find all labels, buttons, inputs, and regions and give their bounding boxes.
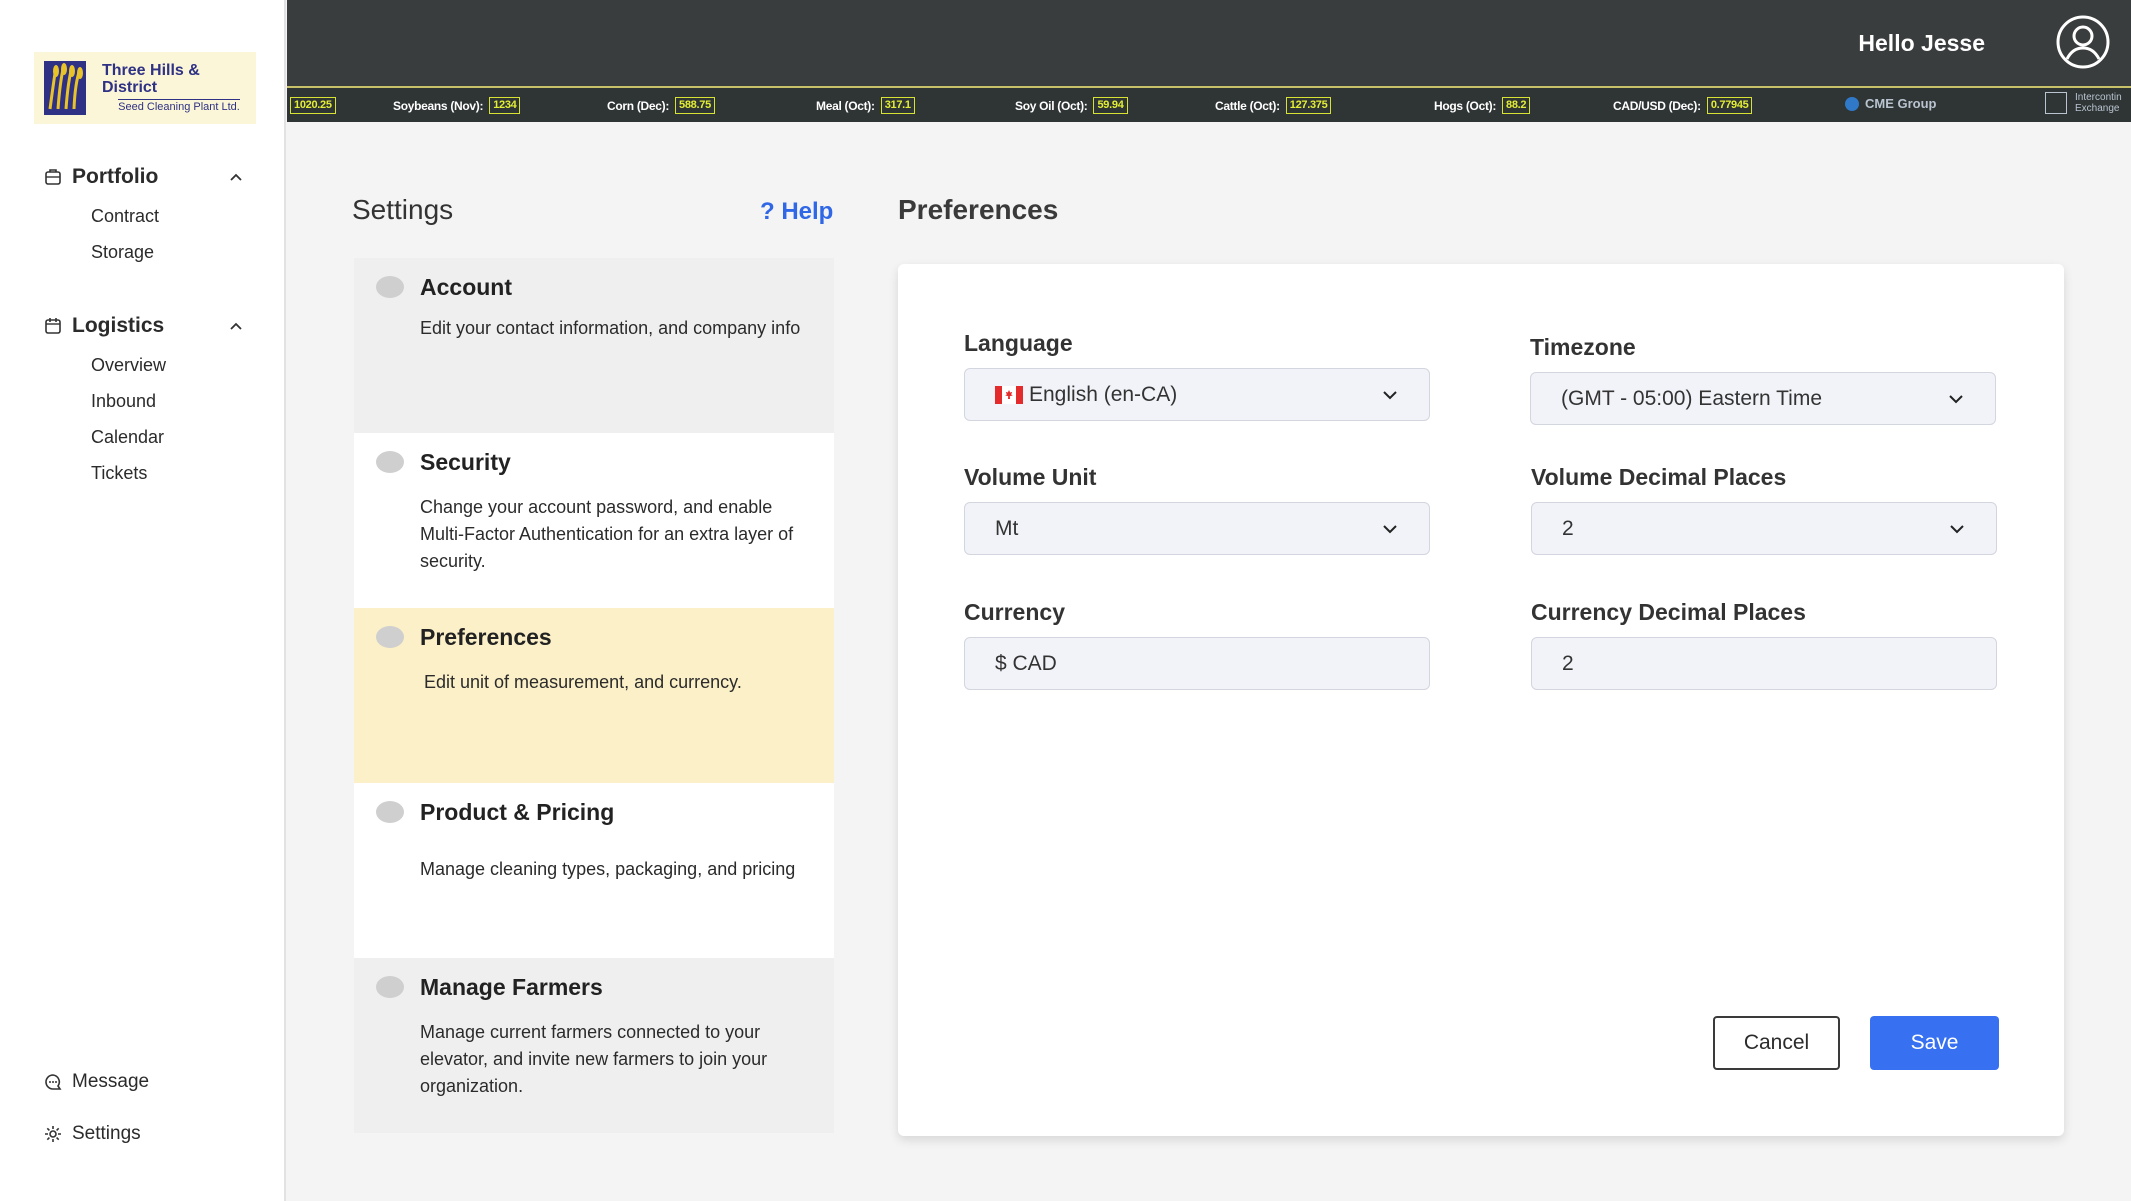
ticker-item: Hogs (Oct): 88.2: [1434, 97, 1531, 114]
nav-item-message[interactable]: Message: [44, 1071, 149, 1093]
chevron-up-icon[interactable]: [228, 169, 244, 185]
preferences-title: Preferences: [898, 194, 1059, 225]
nav-item-settings[interactable]: Settings: [44, 1123, 141, 1145]
nav-item-storage[interactable]: Storage: [44, 234, 254, 270]
gear-icon: [44, 1125, 62, 1143]
radio-indicator: [376, 276, 404, 298]
panel-title: Manage Farmers: [420, 974, 603, 1000]
panel-title: Product & Pricing: [420, 799, 615, 825]
ticker-item: Meal (Oct): 317.1: [816, 97, 915, 114]
ticker-item: CAD/USD (Dec): 0.77945: [1613, 97, 1753, 114]
top-bar: Hello Jesse: [287, 0, 2131, 86]
chevron-down-icon: [1948, 520, 1966, 538]
panel-description: Edit your contact information, and compa…: [420, 318, 801, 338]
ticker-item: Cattle (Oct): 127.375: [1215, 97, 1332, 114]
globe-icon: [1845, 96, 1859, 111]
save-button[interactable]: Save: [1870, 1016, 1999, 1070]
nav-item-contract[interactable]: Contract: [44, 198, 254, 234]
panel-description: Manage current farmers connected to your…: [420, 1022, 768, 1096]
panel-description: Change your account password, and enable…: [420, 497, 794, 571]
ticker-item: Soy Oil (Oct): 59.94: [1015, 97, 1128, 114]
currency-decimal-field[interactable]: 2: [1531, 637, 1997, 690]
ticker-item: 1020.25: [290, 97, 336, 114]
nav-label-logistics: Logistics: [72, 314, 165, 337]
settings-panel-list: Account Edit your contact information, a…: [354, 258, 834, 1133]
volume-unit-label: Volume Unit: [964, 464, 1097, 490]
radio-indicator: [376, 976, 404, 998]
nav-label-portfolio: Portfolio: [72, 165, 159, 188]
currency-decimal-value: 2: [1562, 651, 1574, 675]
ticker-item: Corn (Dec): 588.75: [607, 97, 715, 114]
language-select[interactable]: English (en-CA): [964, 368, 1430, 421]
message-icon: [44, 1073, 62, 1091]
settings-panel-account[interactable]: Account Edit your contact information, a…: [354, 258, 834, 433]
panel-title: Preferences: [420, 624, 552, 650]
market-ticker: 1020.25 Soybeans (Nov): 1234 Corn (Dec): 5…: [287, 86, 2131, 122]
ticker-item: Soybeans (Nov): 1234: [393, 97, 521, 114]
volume-decimal-label: Volume Decimal Places: [1531, 464, 1787, 490]
calendar-icon: [44, 317, 62, 335]
ice-logo-icon: [2045, 92, 2067, 114]
radio-indicator: [376, 801, 404, 823]
currency-value: $ CAD: [995, 651, 1057, 675]
company-logo[interactable]: Three Hills & District Seed Cleaning Pla…: [34, 52, 256, 124]
settings-title: Settings: [352, 194, 454, 225]
wheat-logo-icon: [42, 59, 88, 117]
nav-group-portfolio: Portfolio Contract Storage: [44, 162, 254, 270]
volume-unit-value: Mt: [995, 516, 1019, 540]
nav-head-portfolio[interactable]: Portfolio: [44, 162, 254, 192]
currency-label: Currency: [964, 599, 1065, 625]
radio-indicator: [376, 626, 404, 648]
user-avatar-icon[interactable]: [2055, 14, 2111, 70]
nav-item-tickets[interactable]: Tickets: [44, 455, 254, 491]
settings-panel-security[interactable]: Security Change your account password, a…: [354, 433, 834, 608]
currency-decimal-label: Currency Decimal Places: [1531, 599, 1806, 625]
settings-panel-preferences[interactable]: Preferences Edit unit of measurement, an…: [354, 608, 834, 783]
help-link[interactable]: ? Help: [760, 198, 833, 226]
settings-label: Settings: [72, 1123, 141, 1144]
logo-line2: Seed Cleaning Plant Ltd.: [118, 98, 240, 113]
panel-title: Account: [420, 274, 512, 300]
settings-panel-manage-farmers[interactable]: Manage Farmers Manage current farmers co…: [354, 958, 834, 1133]
timezone-select[interactable]: (GMT - 05:00) Eastern Time: [1530, 372, 1996, 425]
logo-line1: Three Hills & District: [102, 61, 200, 96]
chevron-down-icon: [1381, 520, 1399, 538]
volume-decimal-value: 2: [1562, 516, 1574, 540]
canada-flag-icon: [995, 385, 1023, 404]
user-greeting: Hello Jesse: [1858, 30, 1985, 56]
cancel-button[interactable]: Cancel: [1713, 1016, 1840, 1070]
nav-item-calendar[interactable]: Calendar: [44, 419, 254, 455]
briefcase-icon: [44, 168, 62, 186]
nav-head-logistics[interactable]: Logistics: [44, 311, 254, 341]
message-label: Message: [72, 1071, 150, 1092]
nav-item-overview[interactable]: Overview: [44, 347, 254, 383]
timezone-value: (GMT - 05:00) Eastern Time: [1561, 386, 1823, 410]
language-label: Language: [964, 330, 1073, 356]
settings-panel-product-pricing[interactable]: Product & Pricing Manage cleaning types,…: [354, 783, 834, 958]
radio-indicator: [376, 451, 404, 473]
nav-item-inbound[interactable]: Inbound: [44, 383, 254, 419]
preferences-card: Language English (en-CA) Timezone (GMT -…: [898, 264, 2064, 1136]
volume-decimal-select[interactable]: 2: [1531, 502, 1997, 555]
language-value: English (en-CA): [1029, 382, 1178, 406]
timezone-label: Timezone: [1530, 334, 1636, 360]
panel-description: Manage cleaning types, packaging, and pr…: [420, 859, 796, 879]
volume-unit-select[interactable]: Mt: [964, 502, 1430, 555]
panel-title: Security: [420, 449, 511, 475]
chevron-down-icon: [1947, 390, 1965, 408]
currency-field[interactable]: $ CAD: [964, 637, 1430, 690]
chevron-down-icon: [1381, 386, 1399, 404]
sidebar: Three Hills & District Seed Cleaning Pla…: [0, 0, 286, 1201]
ice-exchange-logo[interactable]: Intercontin Exchange: [2045, 92, 2122, 114]
panel-description: Edit unit of measurement, and currency.: [424, 672, 742, 692]
cme-group-logo[interactable]: CME Group: [1845, 96, 1937, 111]
nav-group-logistics: Logistics Overview Inbound Calendar Tick…: [44, 311, 254, 491]
chevron-up-icon[interactable]: [228, 318, 244, 334]
